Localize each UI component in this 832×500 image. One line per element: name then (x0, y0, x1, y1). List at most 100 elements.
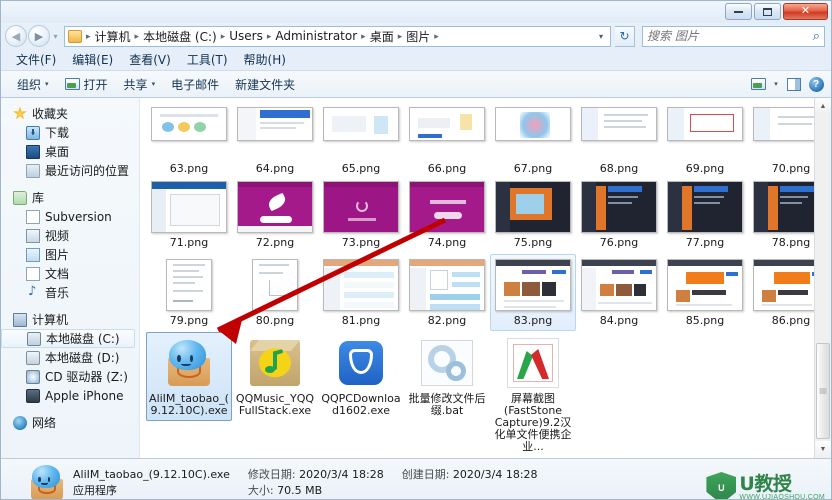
sidebar-item-downloads[interactable]: 下载 (1, 123, 139, 142)
scroll-down-button[interactable]: ▼ (815, 441, 831, 458)
file-item[interactable]: 75.png (490, 174, 576, 176)
breadcrumb-separator: ▸ (396, 31, 405, 42)
breadcrumb-item-administrator[interactable]: Administrator (273, 28, 359, 44)
folder-icon (26, 210, 40, 224)
file-item[interactable]: 67.png (490, 100, 576, 102)
forward-button[interactable]: ▶ (28, 25, 50, 47)
sidebar-label: 本地磁盘 (D:) (45, 349, 119, 366)
scroll-up-button[interactable]: ▲ (815, 98, 831, 115)
file-item[interactable]: 76.png (576, 174, 662, 176)
file-item-qqpcdownload[interactable]: QQPCDownload1602.exe (318, 330, 404, 332)
file-item[interactable]: 65.png (318, 100, 404, 102)
sidebar-item-videos[interactable]: 视频 (1, 226, 139, 245)
sidebar-item-subversion[interactable]: Subversion (1, 207, 139, 226)
gear-icon (421, 340, 473, 386)
vertical-scrollbar[interactable]: ▲ ▼ (814, 98, 831, 458)
sidebar-item-favorites[interactable]: 收藏夹 (1, 104, 139, 123)
breadcrumb-item-localdisk-c[interactable]: 本地磁盘 (C:) (141, 27, 219, 46)
file-name: 批量修改文件后缀.bat (405, 393, 489, 417)
share-button[interactable]: 共享 ▾ (116, 73, 164, 96)
file-item[interactable]: 79.png (146, 252, 232, 254)
file-item[interactable]: 69.png (662, 100, 748, 102)
sidebar-item-localdisk-d[interactable]: 本地磁盘 (D:) (1, 348, 139, 367)
sidebar-item-apple-iphone[interactable]: Apple iPhone (1, 386, 139, 405)
back-button[interactable]: ◀ (5, 25, 27, 47)
file-list-pane[interactable]: 63.png 64.png (139, 98, 831, 458)
preview-pane-button[interactable] (783, 74, 805, 94)
search-box[interactable]: ⌕ (642, 26, 825, 47)
view-mode-icon (751, 78, 766, 90)
sidebar-item-desktop[interactable]: 桌面 (1, 142, 139, 161)
sidebar-item-libraries[interactable]: 库 (1, 188, 139, 207)
organize-label: 组织 (17, 76, 41, 93)
new-folder-label: 新建文件夹 (235, 76, 295, 93)
change-view-dropdown[interactable]: ▾ (769, 74, 783, 94)
organize-button[interactable]: 组织 ▾ (9, 73, 57, 96)
file-item[interactable]: 74.png (404, 174, 490, 176)
maximize-button[interactable] (754, 3, 781, 20)
file-item-qqmusic[interactable]: QQMusic_YQQFullStack.exe (232, 330, 318, 332)
change-view-button[interactable] (747, 74, 769, 94)
file-item-faststone[interactable]: 屏幕截图(FastStone Capture)9.2汉化单文件便携企业... (490, 330, 576, 332)
menu-item-help[interactable]: 帮助(H) (237, 49, 293, 70)
file-item-bat[interactable]: 批量修改文件后缀.bat (404, 330, 490, 332)
file-item[interactable]: 80.png (232, 252, 318, 254)
file-item[interactable]: 71.png (146, 174, 232, 176)
file-item[interactable]: 81.png (318, 252, 404, 254)
file-item[interactable]: 82.png (404, 252, 490, 254)
sidebar-item-pictures[interactable]: 图片 (1, 245, 139, 264)
email-button[interactable]: 电子邮件 (163, 73, 227, 96)
file-item-aliim[interactable]: AliIM_taobao_(9.12.10C).exe (146, 330, 232, 332)
menu-item-view[interactable]: 查看(V) (122, 49, 178, 70)
menu-item-edit[interactable]: 编辑(E) (65, 49, 120, 70)
file-item[interactable]: 83.png (490, 252, 576, 254)
sidebar-label: 网络 (32, 414, 56, 431)
file-name: 80.png (233, 315, 317, 327)
address-bar[interactable]: ▸ 计算机 ▸ 本地磁盘 (C:) ▸ Users ▸ Administrato… (64, 26, 611, 47)
file-item[interactable]: 68.png (576, 100, 662, 102)
watermark-subtitle: WWW.UJIAOSHOU.COM (739, 494, 825, 500)
file-item[interactable]: 66.png (404, 100, 490, 102)
file-item[interactable]: 72.png (232, 174, 318, 176)
refresh-button[interactable]: ↻ (615, 26, 635, 47)
breadcrumb-item-desktop[interactable]: 桌面 (368, 27, 396, 46)
file-name: 71.png (147, 237, 231, 249)
search-input[interactable] (647, 29, 813, 43)
details-pane: AliIM_taobao_(9.12.10C).exe 应用程序 修改日期: 2… (1, 458, 831, 500)
sidebar-item-recent-places[interactable]: 最近访问的位置 (1, 161, 139, 180)
sidebar-item-network[interactable]: 网络 (1, 413, 139, 432)
menu-item-tools[interactable]: 工具(T) (180, 49, 235, 70)
scrollbar-thumb[interactable] (816, 343, 830, 439)
sidebar-item-computer[interactable]: 计算机 (1, 310, 139, 329)
download-icon (26, 126, 40, 140)
breadcrumb-item-pictures[interactable]: 图片 (404, 27, 432, 46)
help-button[interactable]: ? (805, 74, 827, 94)
new-folder-button[interactable]: 新建文件夹 (227, 73, 303, 96)
sidebar-item-music[interactable]: 音乐 (1, 283, 139, 302)
sidebar-item-cd-drive[interactable]: CD 驱动器 (Z:) (1, 367, 139, 386)
file-name: 72.png (233, 237, 317, 249)
file-item[interactable]: 85.png (662, 252, 748, 254)
breadcrumb-item-computer[interactable]: 计算机 (93, 27, 133, 46)
file-item[interactable]: 84.png (576, 252, 662, 254)
menu-item-file[interactable]: 文件(F) (9, 49, 63, 70)
open-button[interactable]: 打开 (57, 73, 116, 96)
file-name: 83.png (491, 315, 575, 327)
breadcrumb-separator: ▸ (359, 31, 368, 42)
address-dropdown-button[interactable]: ▾ (594, 32, 608, 41)
sidebar-item-documents[interactable]: 文档 (1, 264, 139, 283)
nav-group-computer: 计算机 本地磁盘 (C:) 本地磁盘 (D:) CD 驱动器 (Z:) Appl… (1, 310, 139, 405)
folder-icon (68, 30, 82, 43)
history-dropdown-button[interactable]: ▾ (51, 32, 60, 41)
menu-bar: 文件(F) 编辑(E) 查看(V) 工具(T) 帮助(H) (1, 49, 831, 70)
file-item[interactable]: 77.png (662, 174, 748, 176)
details-date-column: 修改日期: 2020/3/4 18:28 大小: 70.5 MB (248, 467, 402, 499)
file-item[interactable]: 63.png (146, 100, 232, 102)
file-item[interactable]: 64.png (232, 100, 318, 102)
navigation-pane[interactable]: 收藏夹 下载 桌面 最近访问的位置 库 (1, 98, 139, 458)
sidebar-item-localdisk-c[interactable]: 本地磁盘 (C:) (1, 329, 135, 348)
file-item[interactable]: 73.png (318, 174, 404, 176)
minimize-button[interactable] (725, 3, 752, 20)
close-button[interactable]: ✕ (783, 3, 828, 20)
breadcrumb-item-users[interactable]: Users (227, 28, 265, 44)
